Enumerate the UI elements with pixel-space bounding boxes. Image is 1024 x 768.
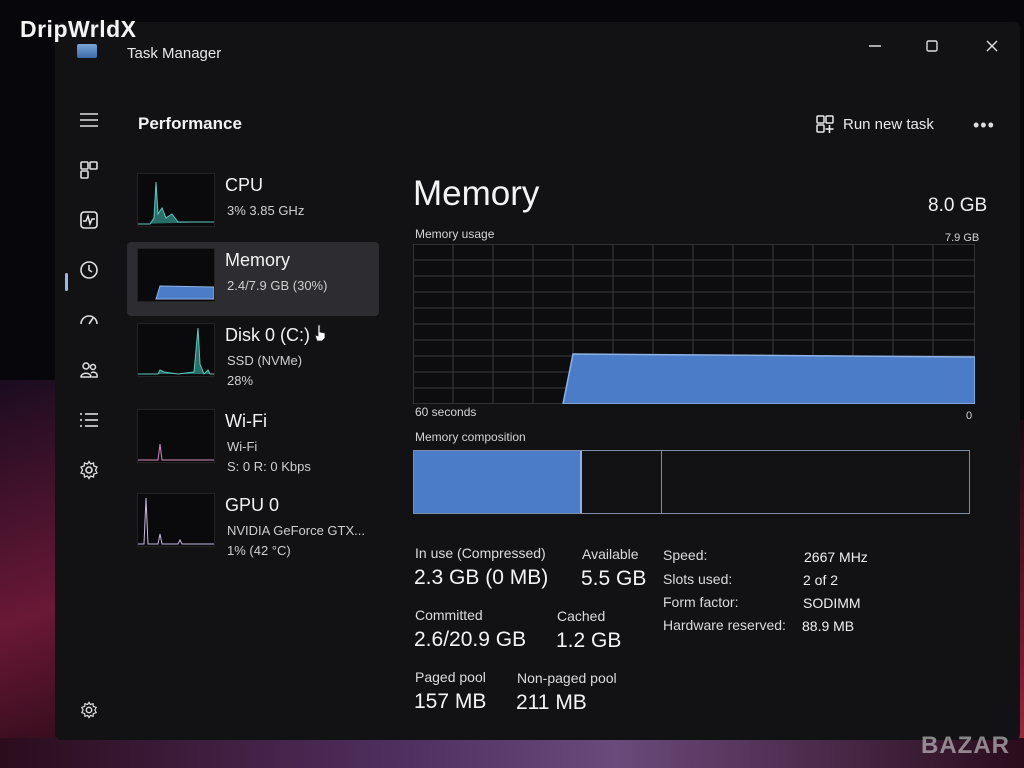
hamburger-menu-button[interactable] (73, 104, 105, 136)
disk-thumbnail-graph (137, 323, 215, 377)
device-detail-2: 1% (42 °C) (227, 543, 291, 558)
maximize-icon (926, 40, 938, 52)
memory-usage-label: Memory usage (415, 227, 495, 241)
watermark-dripwrldx: DripWrldX (20, 16, 137, 42)
cached-label: Cached (557, 608, 606, 624)
device-detail: SSD (NVMe) (227, 353, 303, 368)
non-paged-pool-value: 211 MB (516, 691, 587, 714)
desktop-wallpaper-bottom (0, 738, 1024, 768)
speed-label: Speed: (663, 547, 708, 563)
nav-performance[interactable] (73, 204, 105, 236)
committed-value: 2.6/20.9 GB (414, 628, 527, 651)
nav-services[interactable] (73, 454, 105, 486)
composition-in-use-segment (414, 451, 582, 513)
memory-usage-max: 7.9 GB (945, 232, 980, 244)
performance-icon (80, 211, 98, 229)
nav-app-history[interactable] (73, 254, 105, 286)
close-icon (986, 40, 998, 52)
cached-value: 1.2 GB (556, 629, 622, 652)
available-label: Available (582, 546, 639, 562)
details-icon (80, 413, 98, 427)
gpu-thumbnail-graph (137, 493, 215, 547)
run-new-task-label: Run new task (843, 115, 934, 133)
nav-startup-apps[interactable] (73, 304, 105, 336)
device-item-memory[interactable]: Memory 2.4/7.9 GB (30%) (127, 242, 379, 316)
task-manager-window: Task Manager Performance Run new task ••… (55, 22, 1020, 740)
hamburger-icon (80, 113, 98, 127)
settings-icon (80, 701, 98, 719)
device-item-disk[interactable]: Disk 0 (C:) SSD (NVMe) 28% (127, 317, 379, 391)
task-manager-icon (77, 44, 97, 58)
processes-icon (80, 161, 98, 179)
startup-apps-icon (80, 315, 98, 325)
graph-axis-left: 60 seconds (415, 405, 477, 419)
run-task-icon (816, 115, 834, 133)
device-detail: 3% 3.85 GHz (227, 203, 305, 218)
minimize-icon (869, 45, 881, 47)
selected-nav-indicator (65, 273, 68, 291)
committed-label: Committed (415, 607, 483, 623)
users-icon (80, 362, 98, 378)
composition-standby-segment (662, 451, 969, 513)
nav-users[interactable] (73, 354, 105, 386)
available-value: 5.5 GB (581, 567, 647, 590)
mouse-cursor-icon (314, 324, 326, 342)
title-bar: Task Manager (55, 22, 1020, 72)
speed-value: 2667 MHz (804, 549, 868, 565)
in-use-label: In use (Compressed) (415, 545, 546, 561)
maximize-button[interactable] (917, 34, 947, 60)
nav-details[interactable] (73, 404, 105, 436)
memory-composition-label: Memory composition (415, 430, 526, 444)
memory-total: 8.0 GB (928, 195, 988, 216)
in-use-value: 2.3 GB (0 MB) (414, 566, 549, 589)
form-factor-label: Form factor: (663, 594, 739, 610)
run-new-task-button[interactable]: Run new task (815, 114, 934, 134)
memory-composition-bar (413, 450, 970, 514)
more-icon: ••• (973, 115, 995, 135)
page-title: Performance (138, 114, 242, 133)
nav-settings[interactable] (73, 694, 105, 726)
device-detail: Wi-Fi (227, 439, 258, 454)
device-item-wifi[interactable]: Wi-Fi Wi-Fi S: 0 R: 0 Kbps (127, 403, 379, 477)
device-detail: 2.4/7.9 GB (30%) (227, 278, 328, 293)
nav-processes[interactable] (73, 154, 105, 186)
device-detail-2: 28% (227, 373, 254, 388)
wifi-thumbnail-graph (137, 409, 215, 463)
memory-usage-graph (413, 244, 975, 404)
app-history-icon (80, 261, 98, 279)
window-title: Task Manager (127, 45, 222, 62)
memory-title: Memory (413, 174, 540, 213)
paged-pool-label: Paged pool (415, 669, 486, 685)
device-name: Disk 0 (C:) (225, 325, 310, 345)
device-name: Memory (225, 250, 291, 270)
more-options-button[interactable]: ••• (973, 115, 995, 136)
hardware-reserved-value: 88.9 MB (802, 618, 855, 634)
navigation-sidebar (55, 82, 125, 732)
device-name: CPU (225, 175, 264, 195)
device-name: Wi-Fi (225, 411, 267, 431)
services-icon (80, 460, 98, 480)
paged-pool-value: 157 MB (414, 690, 487, 713)
form-factor-value: SODIMM (803, 595, 861, 611)
device-item-gpu[interactable]: GPU 0 NVIDIA GeForce GTX... 1% (42 °C) (127, 487, 379, 561)
hardware-reserved-label: Hardware reserved: (663, 617, 786, 633)
close-button[interactable] (977, 34, 1007, 60)
non-paged-pool-label: Non-paged pool (517, 670, 617, 686)
watermark-bazar: BAZAR (921, 732, 1010, 759)
cpu-thumbnail-graph (137, 173, 215, 227)
slots-used-value: 2 of 2 (803, 572, 839, 588)
slots-used-label: Slots used: (663, 571, 733, 587)
composition-modified-segment (582, 451, 662, 513)
device-detail: NVIDIA GeForce GTX... (227, 523, 365, 538)
device-item-cpu[interactable]: CPU 3% 3.85 GHz (127, 167, 379, 241)
minimize-button[interactable] (860, 34, 890, 60)
memory-thumbnail-graph (137, 248, 215, 302)
graph-axis-right: 0 (966, 410, 973, 422)
device-name: GPU 0 (225, 495, 280, 515)
device-detail-2: S: 0 R: 0 Kbps (227, 459, 311, 474)
